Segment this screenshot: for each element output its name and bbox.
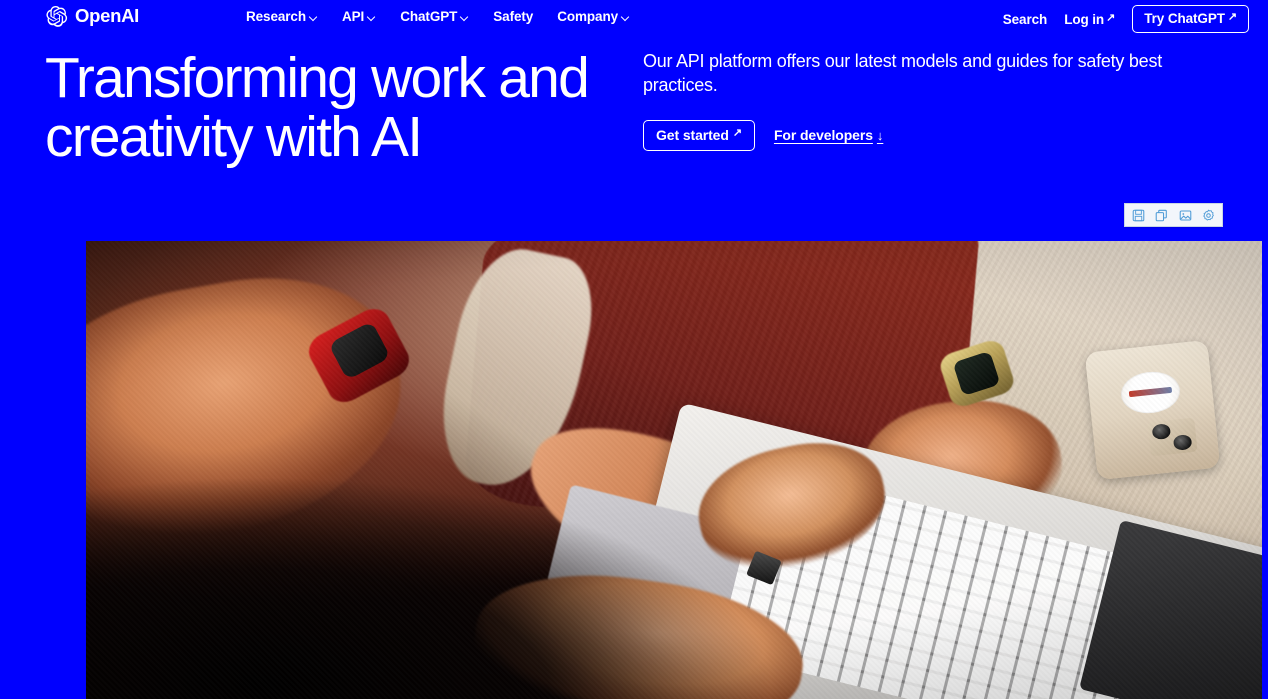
openai-logomark-icon	[45, 5, 68, 28]
save-icon	[1132, 209, 1145, 222]
nav-item-research-label: Research	[246, 9, 306, 24]
copy-icon-button[interactable]	[1152, 206, 1172, 224]
try-chatgpt-button[interactable]: Try ChatGPT ↗	[1132, 5, 1249, 33]
photo-shadow-layer	[86, 460, 792, 699]
hero-actions: Get started ↗ For developers ↓	[643, 119, 1223, 151]
hero-image	[86, 241, 1262, 699]
chevron-down-icon	[621, 13, 630, 22]
get-started-button[interactable]: Get started ↗	[643, 119, 755, 151]
image-icon	[1179, 209, 1192, 222]
nav-item-safety[interactable]: Safety	[493, 9, 533, 24]
brand-name: OpenAI	[75, 5, 139, 27]
arrow-down-icon: ↓	[876, 127, 884, 143]
chevron-down-icon	[309, 13, 318, 22]
for-developers-link[interactable]: For developers ↓	[774, 127, 883, 143]
nav-item-research[interactable]: Research	[246, 9, 318, 24]
chevron-down-icon	[367, 13, 376, 22]
chevron-down-icon	[460, 13, 469, 22]
nav-item-company-label: Company	[557, 9, 619, 24]
nav-item-chatgpt[interactable]: ChatGPT	[400, 9, 469, 24]
login-link[interactable]: Log in ↗	[1064, 12, 1115, 27]
image-icon-button[interactable]	[1175, 206, 1195, 224]
top-navigation-bar: OpenAI Research API ChatGPT Safety Compa…	[0, 0, 1268, 34]
login-label: Log in	[1064, 11, 1105, 27]
nav-item-chatgpt-label: ChatGPT	[400, 9, 458, 24]
settings-gear-icon-button[interactable]	[1198, 206, 1218, 224]
settings-gear-icon	[1202, 209, 1215, 222]
image-context-toolbar[interactable]	[1124, 203, 1223, 227]
arrow-up-right-icon: ↗	[1106, 11, 1116, 24]
nav-item-safety-label: Safety	[493, 9, 534, 24]
hero-section: Transforming work and creativity with AI…	[0, 34, 1268, 211]
page-title: Transforming work and creativity with AI	[45, 46, 590, 169]
copy-icon	[1155, 209, 1168, 222]
try-chatgpt-label: Try ChatGPT	[1144, 11, 1225, 26]
search-button[interactable]: Search	[1002, 11, 1048, 27]
for-developers-label: For developers	[773, 127, 873, 144]
hero-subtitle: Our API platform offers our latest model…	[643, 51, 1162, 95]
hero-copy-block: Our API platform offers our latest model…	[643, 50, 1223, 151]
arrow-up-right-icon: ↗	[1227, 11, 1237, 23]
nav-item-api-label: API	[342, 9, 365, 24]
hero-photo-canvas	[86, 241, 1262, 699]
nav-item-company[interactable]: Company	[557, 9, 630, 24]
get-started-label: Get started	[656, 126, 729, 143]
photo-phone-camera	[1147, 417, 1198, 457]
openai-logo-home-link[interactable]: OpenAI	[45, 5, 139, 28]
arrow-up-right-icon: ↗	[732, 127, 742, 140]
primary-nav-links: Research API ChatGPT Safety Company	[246, 9, 630, 24]
save-icon-button[interactable]	[1129, 206, 1149, 224]
search-label: Search	[1002, 11, 1048, 27]
nav-actions: Search Log in ↗ Try ChatGPT ↗	[1003, 5, 1249, 33]
nav-item-api[interactable]: API	[342, 9, 376, 24]
